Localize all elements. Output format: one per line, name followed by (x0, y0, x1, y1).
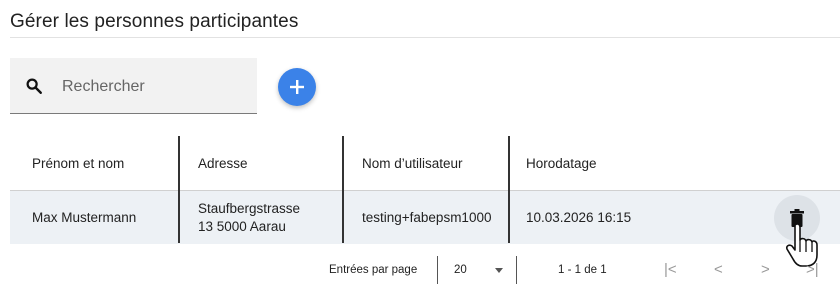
search-input[interactable] (60, 75, 249, 99)
entries-per-page-select[interactable]: 20 (437, 256, 517, 284)
column-divider (178, 136, 180, 243)
first-page-button[interactable]: |< (664, 261, 677, 278)
address-line-1: Staufbergstrasse (198, 200, 301, 216)
plus-icon (290, 80, 304, 94)
participants-table: Prénom et nom Adresse Nom d’utilisateur … (10, 136, 840, 244)
participant-timestamp: 10.03.2026 16:15 (526, 210, 632, 225)
next-page-button[interactable]: > (761, 261, 770, 278)
search-field[interactable] (10, 58, 257, 114)
column-header-address[interactable]: Adresse (198, 136, 248, 190)
previous-page-button[interactable]: < (714, 261, 723, 278)
column-divider (342, 136, 344, 243)
table-header: Prénom et nom Adresse Nom d’utilisateur … (10, 136, 840, 191)
pagination-bar: Entrées par page 20 1 - 1 de 1 |< < > >| (0, 256, 840, 284)
last-page-button[interactable]: >| (806, 261, 819, 278)
participant-address: Staufbergstrasse 13 5000 Aarau (198, 191, 300, 244)
chevron-down-icon (495, 268, 503, 273)
participant-username: testing+fabepsm1000 (362, 210, 492, 225)
participant-name: Max Mustermann (32, 210, 137, 225)
column-header-timestamp[interactable]: Horodatage (526, 136, 597, 190)
address-line-2: 13 5000 Aarau (198, 218, 286, 234)
column-header-username[interactable]: Nom d’utilisateur (362, 136, 463, 190)
entries-per-page-label: Entrées par page (329, 264, 418, 276)
column-header-name[interactable]: Prénom et nom (32, 136, 124, 190)
pagination-range: 1 - 1 de 1 (558, 264, 607, 276)
page-title: Gérer les personnes participantes (10, 11, 299, 32)
search-icon (26, 78, 42, 94)
add-participant-button[interactable] (278, 68, 316, 106)
title-divider (10, 37, 840, 38)
column-divider (508, 136, 510, 243)
table-row[interactable]: Max Mustermann Staufbergstrasse 13 5000 … (10, 191, 840, 244)
entries-per-page-value: 20 (454, 264, 467, 276)
